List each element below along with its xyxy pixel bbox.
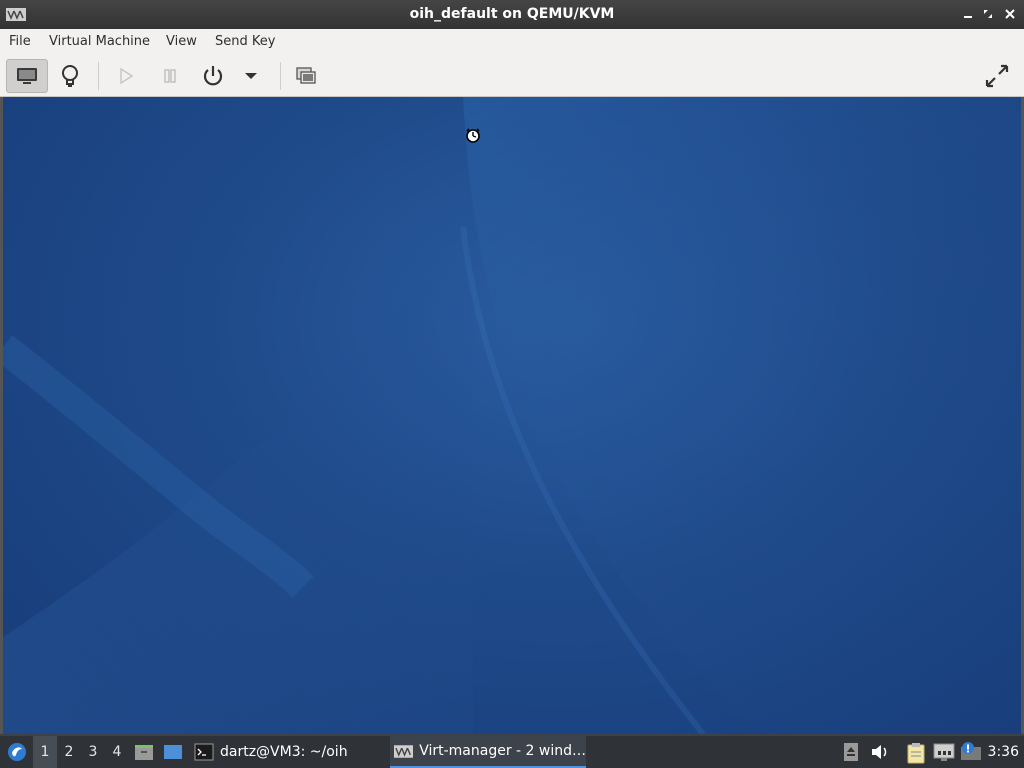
file-manager-icon xyxy=(135,745,153,760)
toolbar-separator xyxy=(98,62,99,90)
snapshots-icon xyxy=(296,67,316,84)
task-label: Virt-manager - 2 wind… xyxy=(419,743,586,759)
fullscreen-icon xyxy=(985,64,1009,88)
file-manager-launcher[interactable] xyxy=(133,736,155,768)
console-button[interactable] xyxy=(6,59,48,93)
snapshots-button[interactable] xyxy=(292,59,320,93)
toolbar xyxy=(0,54,1024,97)
show-desktop-icon xyxy=(164,745,182,759)
maximize-icon[interactable] xyxy=(980,6,996,22)
close-icon[interactable] xyxy=(1002,6,1018,22)
virt-manager-icon xyxy=(394,744,414,758)
menubar: File Virtual Machine View Send Key xyxy=(0,29,1024,54)
workspace-4[interactable]: 4 xyxy=(105,736,129,768)
volume-icon[interactable] xyxy=(870,742,890,762)
show-desktop-button[interactable] xyxy=(161,736,185,768)
start-menu-button[interactable] xyxy=(4,736,30,768)
fullscreen-button[interactable] xyxy=(980,59,1014,93)
desktop-wallpaper xyxy=(3,97,1021,734)
workspace-3[interactable]: 3 xyxy=(81,736,105,768)
eject-icon[interactable] xyxy=(843,742,859,762)
chevron-down-icon xyxy=(245,73,257,79)
menu-send-key[interactable]: Send Key xyxy=(215,34,275,49)
menu-virtual-machine[interactable]: Virtual Machine xyxy=(49,34,150,49)
workspace-2[interactable]: 2 xyxy=(57,736,81,768)
window-title: oih_default on QEMU/KVM xyxy=(409,6,615,22)
update-notifier-icon[interactable] xyxy=(960,742,982,762)
task-label: dartz@VM3: ~/oih xyxy=(220,744,348,760)
run-button[interactable] xyxy=(112,59,140,93)
console-icon xyxy=(17,68,37,84)
menu-file[interactable]: File xyxy=(9,34,31,49)
start-menu-icon xyxy=(8,743,26,761)
terminal-icon xyxy=(194,743,214,761)
toolbar-separator xyxy=(280,62,281,90)
power-icon xyxy=(203,66,223,86)
pause-button[interactable] xyxy=(156,59,184,93)
network-icon[interactable] xyxy=(933,742,955,762)
details-button[interactable] xyxy=(54,59,86,93)
shutdown-menu-button[interactable] xyxy=(240,59,262,93)
window-titlebar[interactable]: oih_default on QEMU/KVM xyxy=(0,0,1024,29)
busy-cursor-icon xyxy=(466,128,480,143)
lightbulb-icon xyxy=(62,65,78,87)
menu-view[interactable]: View xyxy=(166,34,197,49)
vm-console-display[interactable] xyxy=(3,97,1021,734)
taskbar-clock[interactable]: 3:36 xyxy=(988,744,1019,760)
shutdown-button[interactable] xyxy=(198,59,228,93)
task-virt-manager[interactable]: Virt-manager - 2 wind… xyxy=(390,736,586,768)
taskbar: 1 2 3 4 dartz@VM3: ~/oih Virt-manager - … xyxy=(0,734,1024,768)
workspace-1[interactable]: 1 xyxy=(33,736,57,768)
task-terminal[interactable]: dartz@VM3: ~/oih xyxy=(190,736,380,768)
clipboard-icon[interactable] xyxy=(906,742,926,764)
minimize-icon[interactable] xyxy=(960,6,976,22)
play-icon xyxy=(120,67,134,85)
pause-icon xyxy=(164,69,176,83)
